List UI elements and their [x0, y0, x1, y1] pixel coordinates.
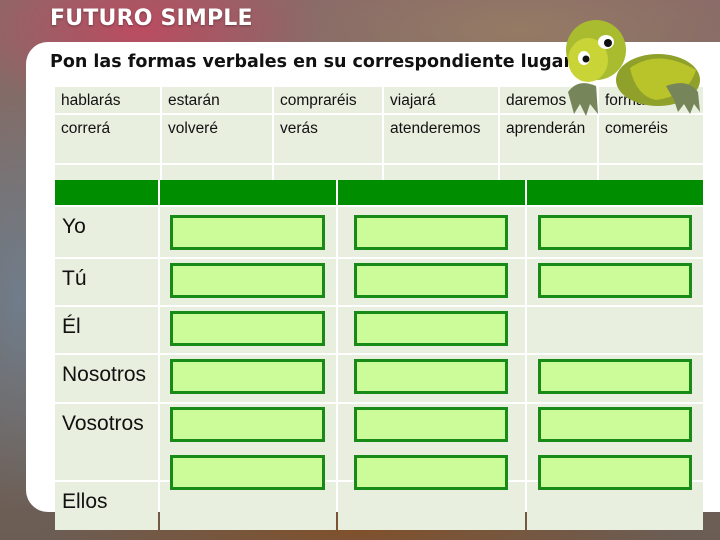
verb-card[interactable]: volveré: [162, 115, 272, 163]
answer-drop-box[interactable]: [354, 455, 508, 490]
verb-card[interactable]: correrá: [55, 115, 160, 163]
pronoun-label: Yo: [62, 215, 86, 238]
verb-card[interactable]: [599, 165, 703, 180]
answer-drop-box[interactable]: [170, 455, 325, 490]
answer-drop-box[interactable]: [354, 311, 508, 346]
pronoun-label: Ellos: [62, 490, 108, 513]
verb-card[interactable]: estarán: [162, 87, 272, 113]
table-header-cell: [55, 180, 158, 205]
verb-card[interactable]: [162, 165, 272, 180]
answer-drop-box[interactable]: [538, 455, 692, 490]
answer-drop-box[interactable]: [170, 215, 325, 250]
verb-card[interactable]: [500, 165, 597, 180]
instruction-text: Pon las formas verbales en su correspond…: [50, 52, 577, 72]
slide-title: FUTURO SIMPLE: [50, 6, 253, 31]
pronoun-label: Nosotros: [62, 363, 147, 386]
verb-card[interactable]: [55, 165, 160, 180]
verb-card[interactable]: atenderemos: [384, 115, 498, 163]
pronoun-label: Él: [62, 315, 81, 338]
table-header-cell: [160, 180, 336, 205]
table-header-cell: [338, 180, 525, 205]
pronoun-label: Tú: [62, 267, 87, 290]
turtle-icon: [566, 20, 700, 116]
verb-card[interactable]: aprenderán: [500, 115, 597, 163]
verb-card[interactable]: verás: [274, 115, 382, 163]
answer-drop-box[interactable]: [538, 215, 692, 250]
verb-card[interactable]: hablarás: [55, 87, 160, 113]
verb-card[interactable]: compraréis: [274, 87, 382, 113]
table-header-cell: [527, 180, 703, 205]
answer-drop-box[interactable]: [354, 215, 508, 250]
verb-card[interactable]: viajará: [384, 87, 498, 113]
verb-bank-row: [55, 165, 705, 180]
pronoun-label: Vosotros: [62, 412, 144, 435]
verb-bank-row: correrá volveré verás atenderemos aprenderán…: [55, 115, 705, 163]
answer-drop-box[interactable]: [170, 263, 325, 298]
answer-drop-box[interactable]: [170, 311, 325, 346]
verb-card[interactable]: [384, 165, 498, 180]
answer-drop-box[interactable]: [170, 359, 325, 394]
verb-card[interactable]: [274, 165, 382, 180]
answer-cell: [527, 307, 703, 353]
answer-drop-box[interactable]: [354, 359, 508, 394]
verb-card[interactable]: comeréis: [599, 115, 703, 163]
answer-drop-box[interactable]: [538, 407, 692, 442]
answer-drop-box[interactable]: [538, 359, 692, 394]
answer-drop-box[interactable]: [170, 407, 325, 442]
answer-drop-box[interactable]: [538, 263, 692, 298]
answer-drop-box[interactable]: [354, 263, 508, 298]
answer-drop-box[interactable]: [354, 407, 508, 442]
